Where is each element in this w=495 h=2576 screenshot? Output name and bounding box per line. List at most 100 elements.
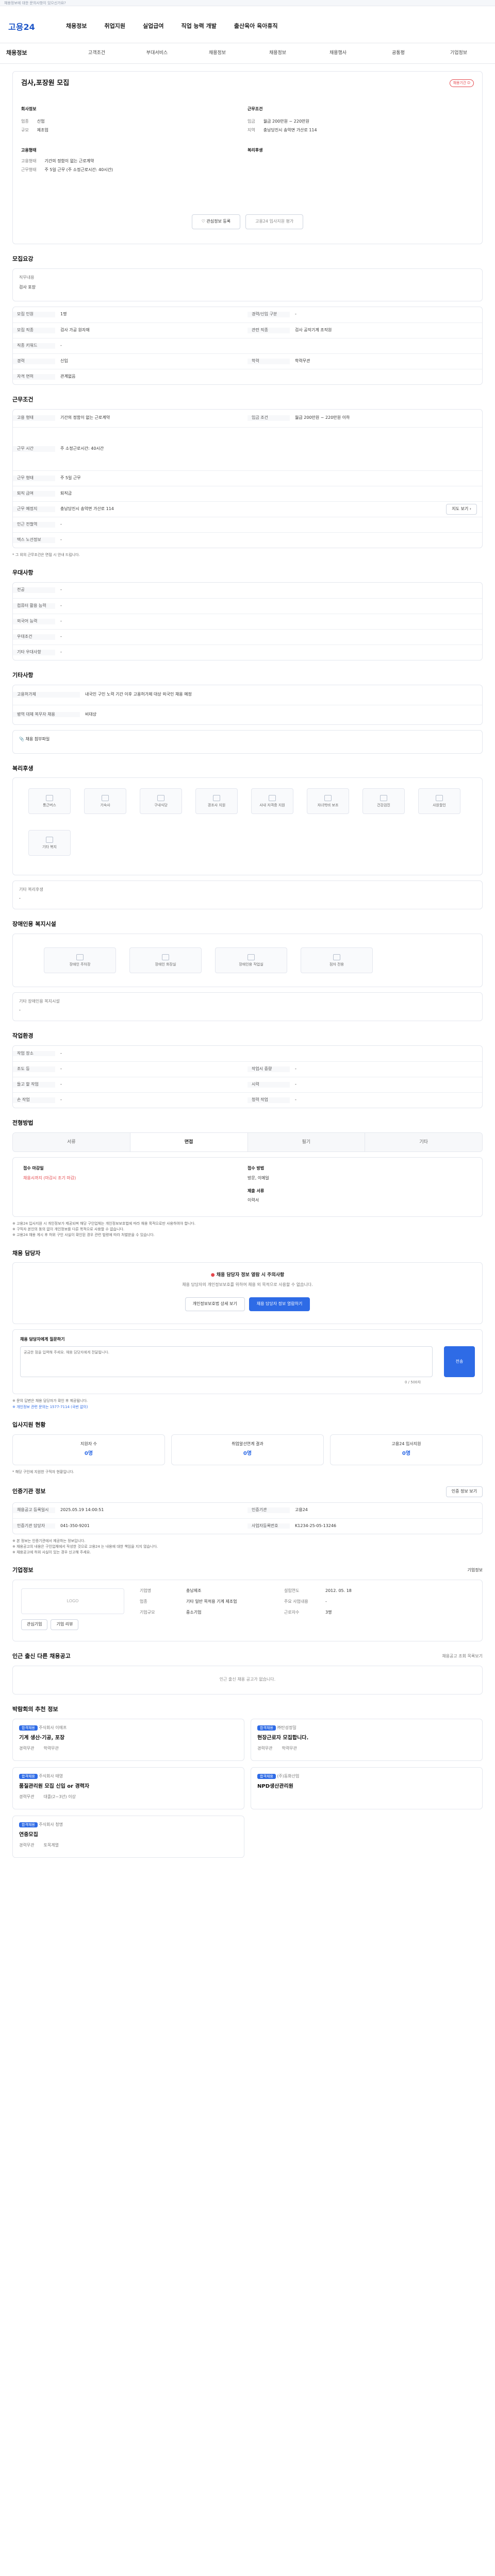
stat-card: 지원자 수 0명 <box>12 1434 165 1465</box>
company-info-block: 회사정보 업종 신업 규모 제조업 <box>21 107 248 133</box>
recommend-card[interactable]: 합격채용 ㈜탄성정밀 현장근로자 모집합니다. 경력무관 학력무관 <box>251 1718 483 1761</box>
restroom-icon <box>162 954 169 960</box>
tab-written[interactable]: 필기 <box>248 1132 366 1151</box>
company-field-value: 충남제조 <box>186 1588 202 1593</box>
cell-value: - <box>60 1066 62 1072</box>
stat-value: 0명 <box>402 1451 411 1457</box>
table-row: 근무 예정지 충남당진시 송악면 가산로 114 지도 보기 › <box>13 501 482 517</box>
cell-label: 인근 전철역 <box>13 521 55 528</box>
subnav-item-6[interactable]: 공통평 <box>368 50 428 56</box>
subnav-item-7[interactable]: 기업정보 <box>428 50 489 56</box>
company-review-button[interactable]: 기업 리뷰 <box>51 1619 79 1630</box>
stats-heading: 입사지원 현황 <box>12 1421 46 1428</box>
table-row: 경력 신입 학력 학력무관 <box>13 353 482 369</box>
apply-evaluate-button[interactable]: 고용24 입사지원 평가 <box>245 214 304 229</box>
recommend-badge: 합격채용 <box>257 1725 276 1731</box>
cell-value: - <box>295 1097 296 1103</box>
cell-label: 사업자등록번호 <box>248 1523 290 1529</box>
cell-label: 기타 우대사항 <box>13 649 55 655</box>
region-value: 충남당진시 송악면 가산로 114 <box>263 128 317 133</box>
cell-value: 041-350-9201 <box>60 1523 90 1528</box>
recommend-card[interactable]: 합격채용 주식회사 이에프 기계 생산·기공, 포장 경력무관 학력무관 <box>12 1718 244 1761</box>
stat-card: 고용24 입사지원 0명 <box>330 1434 483 1465</box>
cell-label: 모집 인원 <box>13 312 55 318</box>
recommend-company: (주)동화산업 <box>277 1773 300 1778</box>
view-contact-button[interactable]: 채용 담당자 정보 열람하기 <box>249 1297 310 1312</box>
nav-item-training[interactable]: 직업 능력 개발 <box>181 23 216 30</box>
top-notice-bar: 채용정보에 대한 문의사항이 있으신가요? <box>0 0 495 6</box>
table-row: 우대조건 - <box>13 629 482 645</box>
tile-label: 기숙사 <box>100 803 110 807</box>
interest-button[interactable]: ♡ 관심정보 등록 <box>191 214 241 229</box>
company-section: 기업정보 기업정보 LOGO 관심기업 기업 리뷰 기업명 충남제조 설립연도 201… <box>12 1567 483 1641</box>
subnav-item-3[interactable]: 채용정보 <box>187 50 248 56</box>
nav-item-jobs[interactable]: 채용정보 <box>66 23 87 30</box>
cell-value: K1234-25-05-13246 <box>295 1523 337 1528</box>
recommend-card[interactable]: 합격채용 주식회사 태영 품질관리원 모집 신입 or 경력자 경력무관 대졸(2… <box>12 1767 244 1809</box>
subnav-item-1[interactable]: 고객조건 <box>67 50 127 56</box>
site-logo[interactable]: 고용24 <box>8 22 35 33</box>
related-list-link[interactable]: 채용공고 조회 목록보기 <box>442 1654 483 1659</box>
attachment-box[interactable]: 📎 채용 첨부파일 <box>12 730 483 754</box>
ask-label: 채용 담당자에게 질문하기 <box>20 1337 65 1342</box>
recommend-career: 경력무관 <box>19 1794 35 1799</box>
benefits-heading: 복리후생 <box>248 147 263 152</box>
ask-submit-button[interactable]: 전송 <box>444 1346 475 1378</box>
map-view-button[interactable]: 지도 보기 › <box>446 503 477 515</box>
table-row: 근무 시간 주 소정근로시간: 40시간 <box>13 427 482 470</box>
company-field-label: 기업명 <box>140 1588 152 1593</box>
recommend-card[interactable]: 합격채용 (주)동화산업 NPD생산관리원 <box>251 1767 483 1809</box>
info-button[interactable]: 인증 정보 보기 <box>446 1486 483 1497</box>
cell-value: - <box>60 603 62 608</box>
cell-label: 직종 키워드 <box>13 343 55 349</box>
size-value: 제조업 <box>37 128 48 133</box>
cell-label: 작업 장소 <box>13 1050 55 1057</box>
heart-icon: ♡ <box>201 219 207 224</box>
tab-interview[interactable]: 면접 <box>130 1132 248 1151</box>
recommend-company: 주식회사 태영 <box>39 1773 63 1778</box>
privacy-law-button[interactable]: 개인정보보호법 상세 보기 <box>185 1297 245 1312</box>
size-label: 규모 <box>21 128 29 133</box>
cell-value: - <box>60 1097 62 1103</box>
table-row: 모집 인원 1명 경력/신입 구분 - <box>13 307 482 323</box>
recruit-heading: 모집요강 <box>12 256 34 262</box>
cell-label: 경력 <box>13 358 55 364</box>
nav-item-employment-support[interactable]: 취업지원 <box>104 23 125 30</box>
table-row: 전공 - <box>13 583 482 598</box>
ask-input[interactable] <box>20 1346 433 1378</box>
warning-icon: ● <box>210 1273 217 1278</box>
cell-label: 근무 시간 <box>13 446 55 452</box>
company-more-link[interactable]: 기업정보 <box>468 1568 483 1573</box>
info-heading: 인증기관 정보 <box>12 1487 46 1495</box>
subnav-item-4[interactable]: 채용정보 <box>248 50 308 56</box>
tab-document[interactable]: 서류 <box>13 1132 130 1151</box>
attachment-icon: 📎 <box>19 736 26 741</box>
tab-other[interactable]: 기타 <box>365 1132 482 1151</box>
recommend-company: ㈜탄성정밀 <box>277 1725 296 1730</box>
cell-label: 고용허가제 <box>13 692 80 698</box>
subnav-item-2[interactable]: 부대서비스 <box>127 50 187 56</box>
recommend-company: 주식회사 이에프 <box>39 1725 67 1730</box>
tile-label: 기타 복지 <box>42 844 57 849</box>
tile-label: 경조사 지원 <box>207 803 226 807</box>
subnav-item-5[interactable]: 채용행사 <box>308 50 368 56</box>
attachment-label: 채용 첨부파일 <box>25 736 50 741</box>
cell-value: - <box>60 537 62 542</box>
favorite-company-button[interactable]: 관심기업 <box>21 1619 48 1630</box>
tile-label: 장애인용 작업실 <box>239 962 263 967</box>
stat-value: 0명 <box>243 1451 252 1457</box>
cell-label: 근무 형태 <box>13 475 55 481</box>
welfare-tile-tuition: 자녀학비 보조 <box>307 788 349 815</box>
cell-value: 주 5일 근무 <box>60 475 81 480</box>
subnav-title: 채용정보 <box>6 49 27 57</box>
disabled-heading: 장애인용 복지시설 <box>12 921 56 928</box>
nav-item-unemployment[interactable]: 실업급여 <box>143 23 163 30</box>
health-icon <box>380 794 387 801</box>
nav-item-parental[interactable]: 출산육아 육아휴직 <box>234 23 278 30</box>
env-section: 작업환경 작업 장소 - 조도 등 - 작업시 중량 - 들고 할 작업 - 시력 - 손 작… <box>12 1032 483 1109</box>
recommend-edu: 학력무관 <box>282 1745 297 1751</box>
recommend-card[interactable]: 합격채용 주식회사 청명 연중모집 경력무관 토목계열 <box>12 1815 244 1858</box>
recommend-badge: 합격채용 <box>19 1822 38 1827</box>
cell-label: 조도 등 <box>13 1066 55 1072</box>
info-note: ※ 본 정보는 인증기관에서 제공하는 정보입니다. <box>12 1538 86 1543</box>
